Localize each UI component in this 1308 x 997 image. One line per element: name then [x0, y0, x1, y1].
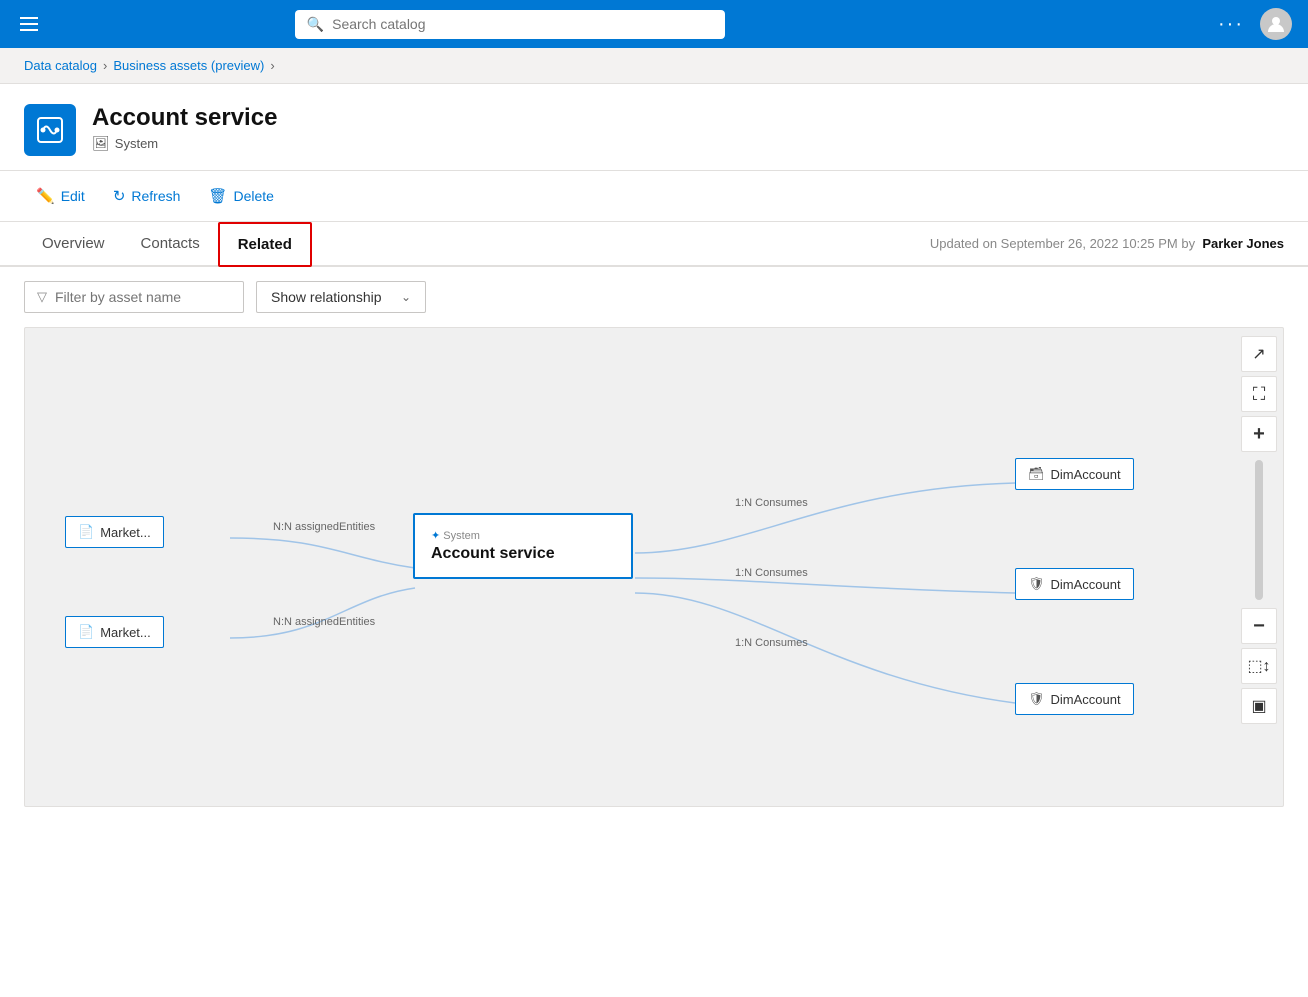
tab-related[interactable]: Related [218, 222, 312, 267]
show-relationship-label: Show relationship [271, 289, 382, 305]
avatar[interactable] [1260, 8, 1292, 40]
fit-icon: ⛶ [1253, 384, 1266, 405]
subtitle-icon: 🖼 [92, 135, 110, 152]
svg-text:1:N Consumes: 1:N Consumes [735, 637, 808, 649]
left-node-2[interactable]: 📄 Market... [65, 616, 164, 648]
filter-asset-input[interactable] [55, 289, 236, 305]
shield-icon-3: 🛡 [1028, 691, 1045, 707]
frame-icon: ▣ [1251, 696, 1266, 716]
graph-controls: ↗ ⛶ + − ⬚↕ ▣ [1235, 328, 1283, 806]
layout-button[interactable]: ⬚↕ [1241, 648, 1277, 684]
edit-icon: ✏️ [36, 187, 55, 205]
right-node-2[interactable]: 🛡 DimAccount [1015, 568, 1134, 600]
search-input[interactable] [332, 16, 713, 32]
plus-icon: + [1253, 423, 1265, 446]
breadcrumb-sep-2: › [270, 58, 274, 73]
page-icon [24, 104, 76, 156]
updated-info: Updated on September 26, 2022 10:25 PM b… [930, 236, 1284, 251]
filter-icon: ▽ [37, 289, 47, 305]
breadcrumb-data-catalog[interactable]: Data catalog [24, 58, 97, 73]
refresh-button[interactable]: ↻ Refresh [101, 181, 193, 211]
fit-button[interactable]: ⛶ [1241, 376, 1277, 412]
tab-contacts[interactable]: Contacts [123, 223, 218, 266]
svg-text:N:N assignedEntities: N:N assignedEntities [273, 521, 376, 533]
left-node-2-label: Market... [100, 625, 151, 640]
updated-by: Parker Jones [1202, 236, 1284, 251]
refresh-icon: ↻ [113, 187, 126, 205]
graph-scrollbar[interactable] [1255, 460, 1263, 600]
page-title-block: Account service 🖼 System [92, 104, 277, 152]
more-options-button[interactable]: ··· [1218, 13, 1244, 36]
left-node-1[interactable]: 📄 Market... [65, 516, 164, 548]
app-header: 🔍 ··· [0, 0, 1308, 48]
svg-text:1:N Consumes: 1:N Consumes [735, 567, 808, 579]
layout-icon: ⬚↕ [1247, 656, 1270, 676]
center-node-type: ✦ System [431, 529, 615, 542]
doc-icon-2: 📄 [78, 624, 94, 640]
expand-icon: ↗ [1252, 344, 1265, 364]
hamburger-menu[interactable] [16, 13, 42, 35]
tab-overview[interactable]: Overview [24, 223, 123, 266]
chevron-down-icon: ⌄ [401, 290, 411, 304]
right-node-1-label: DimAccount [1051, 467, 1121, 482]
edit-label: Edit [61, 188, 85, 204]
filter-input-wrapper[interactable]: ▽ [24, 281, 244, 313]
shield-icon-2: 🛡 [1028, 576, 1045, 592]
show-relationship-dropdown[interactable]: Show relationship ⌄ [256, 281, 426, 313]
right-node-3[interactable]: 🛡 DimAccount [1015, 683, 1134, 715]
delete-button[interactable]: 🗑 Delete [196, 181, 286, 211]
graph-area: N:N assignedEntities N:N assignedEntitie… [24, 327, 1284, 807]
center-node[interactable]: ✦ System Account service [413, 513, 633, 579]
header-right: ··· [1218, 8, 1292, 40]
table-icon-1: 🗃 [1028, 466, 1045, 482]
page-subtitle: 🖼 System [92, 135, 277, 152]
doc-icon-1: 📄 [78, 524, 94, 540]
zoom-out-button[interactable]: − [1241, 608, 1277, 644]
search-icon: 🔍 [307, 16, 324, 33]
search-bar[interactable]: 🔍 [295, 10, 725, 39]
updated-text: Updated on September 26, 2022 10:25 PM b… [930, 236, 1195, 251]
breadcrumb-sep-1: › [103, 58, 107, 73]
page-subtitle-text: System [115, 136, 158, 151]
center-node-title: Account service [431, 545, 615, 563]
delete-icon: 🗑 [208, 187, 227, 205]
delete-label: Delete [233, 188, 273, 204]
page-header: Account service 🖼 System [0, 84, 1308, 171]
svg-text:1:N Consumes: 1:N Consumes [735, 497, 808, 509]
expand-button[interactable]: ↗ [1241, 336, 1277, 372]
left-node-1-label: Market... [100, 525, 151, 540]
right-node-1[interactable]: 🗃 DimAccount [1015, 458, 1134, 490]
zoom-in-button[interactable]: + [1241, 416, 1277, 452]
filter-bar: ▽ Show relationship ⌄ [0, 267, 1308, 327]
breadcrumb: Data catalog › Business assets (preview)… [0, 48, 1308, 84]
right-node-3-label: DimAccount [1051, 692, 1121, 707]
toolbar: ✏️ Edit ↻ Refresh 🗑 Delete [0, 171, 1308, 222]
minus-icon: − [1253, 615, 1265, 638]
page-title: Account service [92, 104, 277, 132]
center-node-icon: ✦ [431, 530, 440, 542]
svg-text:N:N assignedEntities: N:N assignedEntities [273, 616, 376, 628]
frame-button[interactable]: ▣ [1241, 688, 1277, 724]
tabs-bar: Overview Contacts Related Updated on Sep… [0, 222, 1308, 267]
right-node-2-label: DimAccount [1051, 577, 1121, 592]
edit-button[interactable]: ✏️ Edit [24, 181, 97, 211]
breadcrumb-business-assets[interactable]: Business assets (preview) [113, 58, 264, 73]
refresh-label: Refresh [131, 188, 180, 204]
